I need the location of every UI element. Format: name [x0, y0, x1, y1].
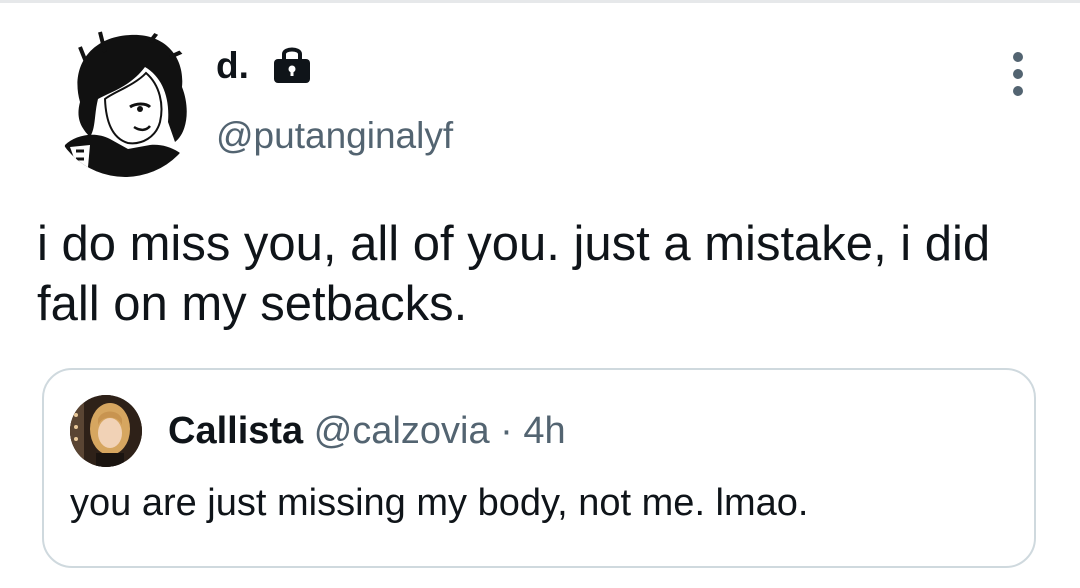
- author-name-text[interactable]: d.: [216, 44, 249, 88]
- separator-dot: ·: [500, 410, 513, 452]
- more-vertical-icon-dot: [1013, 69, 1023, 79]
- avatar-illustration: [50, 27, 200, 177]
- quoted-tweet-card[interactable]: Callista @calzovia · 4h you are just mis…: [42, 368, 1036, 568]
- quoted-tweet-header: Callista @calzovia · 4h: [168, 408, 566, 454]
- author-display-name[interactable]: d.: [216, 44, 313, 88]
- more-vertical-icon: [1013, 52, 1023, 62]
- tweet-text: i do miss you, all of you. just a mistak…: [37, 217, 991, 331]
- quoted-tweet-time[interactable]: 4h: [523, 410, 565, 452]
- quoted-author-name[interactable]: Callista: [168, 410, 303, 452]
- quoted-avatar-photo: [70, 395, 142, 467]
- more-options-button[interactable]: [1000, 52, 1036, 96]
- quoted-tweet-text: you are just missing my body, not me. lm…: [70, 482, 809, 524]
- author-avatar[interactable]: [50, 27, 200, 177]
- lock-icon: [271, 43, 313, 85]
- more-vertical-icon-dot: [1013, 86, 1023, 96]
- author-handle[interactable]: @putanginalyf: [216, 114, 453, 158]
- top-divider: [0, 0, 1080, 3]
- quoted-author-avatar[interactable]: [70, 395, 142, 467]
- quoted-author-handle[interactable]: @calzovia: [314, 410, 490, 452]
